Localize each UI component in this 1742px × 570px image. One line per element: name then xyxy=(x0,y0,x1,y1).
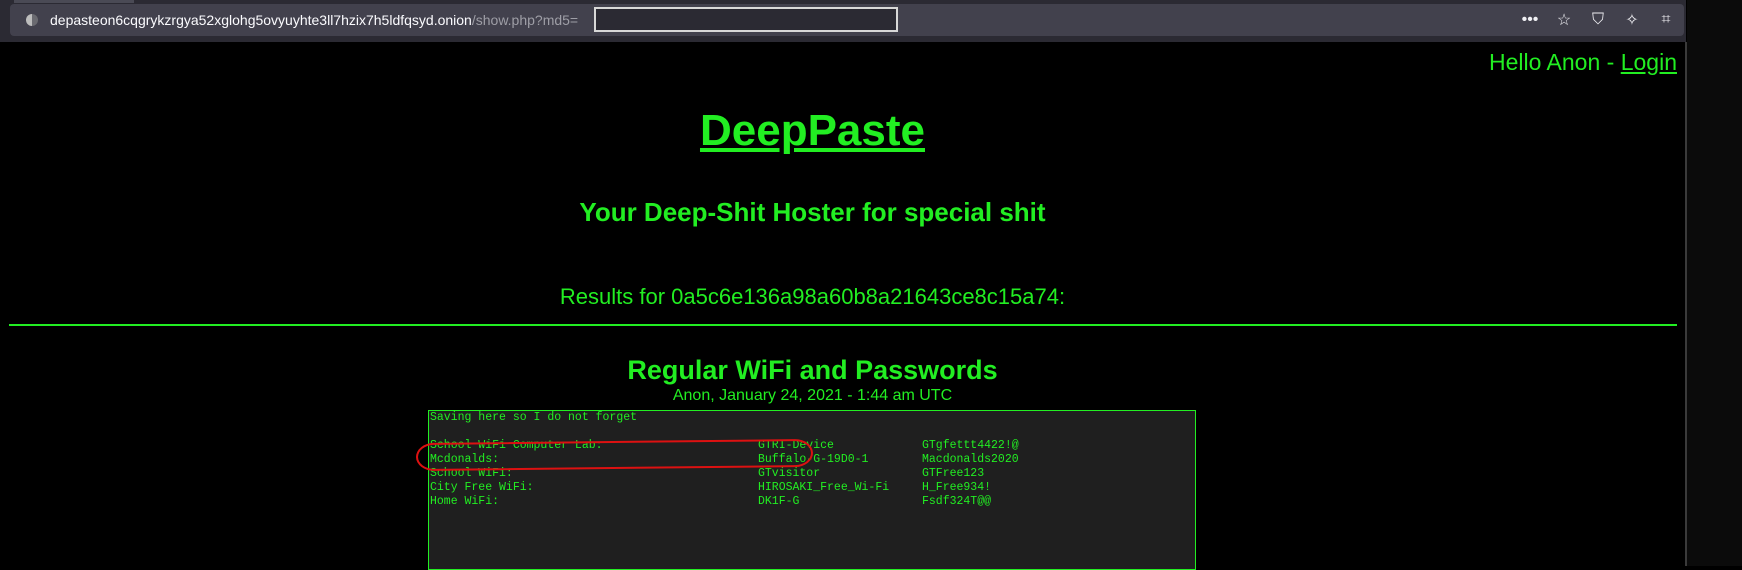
toolbar-icons: ••• ☆ ⛉ ✧ ⌗ xyxy=(1520,6,1676,34)
url-bar[interactable]: depasteon6cqgrykzrgya52xglohg5ovyuyhte3l… xyxy=(10,4,1684,36)
greeting: Hello Anon - Login xyxy=(1489,49,1677,76)
divider xyxy=(9,324,1677,326)
right-gutter xyxy=(1687,0,1742,566)
paste-intro: Saving here so I do not forget xyxy=(430,411,638,424)
browser-toolbar: depasteon6cqgrykzrgya52xglohg5ovyuyhte3l… xyxy=(0,0,1686,42)
url-text[interactable]: depasteon6cqgrykzrgya52xglohg5ovyuyhte3l… xyxy=(50,12,578,28)
paste-row-label: Home WiFi: xyxy=(430,495,500,508)
url-redaction-box xyxy=(594,7,898,32)
page-content: Hello Anon - Login DeepPaste Your Deep-S… xyxy=(0,42,1686,570)
url-path: /show.php?md5= xyxy=(471,12,579,28)
magic-wand-icon[interactable]: ✧ xyxy=(1622,10,1642,30)
paste-row-password: Macdonalds2020 xyxy=(922,453,1019,466)
greeting-text: Hello Anon - xyxy=(1489,49,1621,75)
paste-row-password: GTgfettt4422!@ xyxy=(922,439,1019,452)
shield-icon[interactable]: ⛉ xyxy=(1588,11,1608,29)
red-circle-annotation xyxy=(415,438,814,472)
paste-content[interactable]: Saving here so I do not forget School Wi… xyxy=(428,410,1196,570)
active-tab-indicator xyxy=(14,0,134,3)
paste-row-password: H_Free934! xyxy=(922,481,992,494)
more-icon[interactable]: ••• xyxy=(1520,11,1540,29)
url-host: depasteon6cqgrykzrgya52xglohg5ovyuyhte3l… xyxy=(50,12,472,28)
paste-row-ssid: GTvisitor xyxy=(758,467,821,480)
crop-icon[interactable]: ⌗ xyxy=(1656,11,1676,29)
paste-row-ssid: DK1F-G xyxy=(758,495,800,508)
site-title[interactable]: DeepPaste xyxy=(0,106,1625,156)
paste-row-password: Fsdf324T@@ xyxy=(922,495,992,508)
bookmark-star-icon[interactable]: ☆ xyxy=(1554,10,1574,30)
paste-row-password: GTFree123 xyxy=(922,467,985,480)
paste-title: Regular WiFi and Passwords xyxy=(627,355,998,385)
login-link[interactable]: Login xyxy=(1621,49,1677,75)
paste-row-ssid: HIROSAKI_Free_Wi-Fi xyxy=(758,481,890,494)
paste-meta: Anon, January 24, 2021 - 1:44 am UTC xyxy=(672,387,953,404)
paste-row-label: City Free WiFi: xyxy=(430,481,534,494)
site-tagline: Your Deep-Shit Hoster for special shit xyxy=(579,197,1046,227)
tor-circuit-icon[interactable] xyxy=(26,14,38,26)
results-heading: Results for 0a5c6e136a98a60b8a21643ce8c1… xyxy=(559,284,1066,309)
